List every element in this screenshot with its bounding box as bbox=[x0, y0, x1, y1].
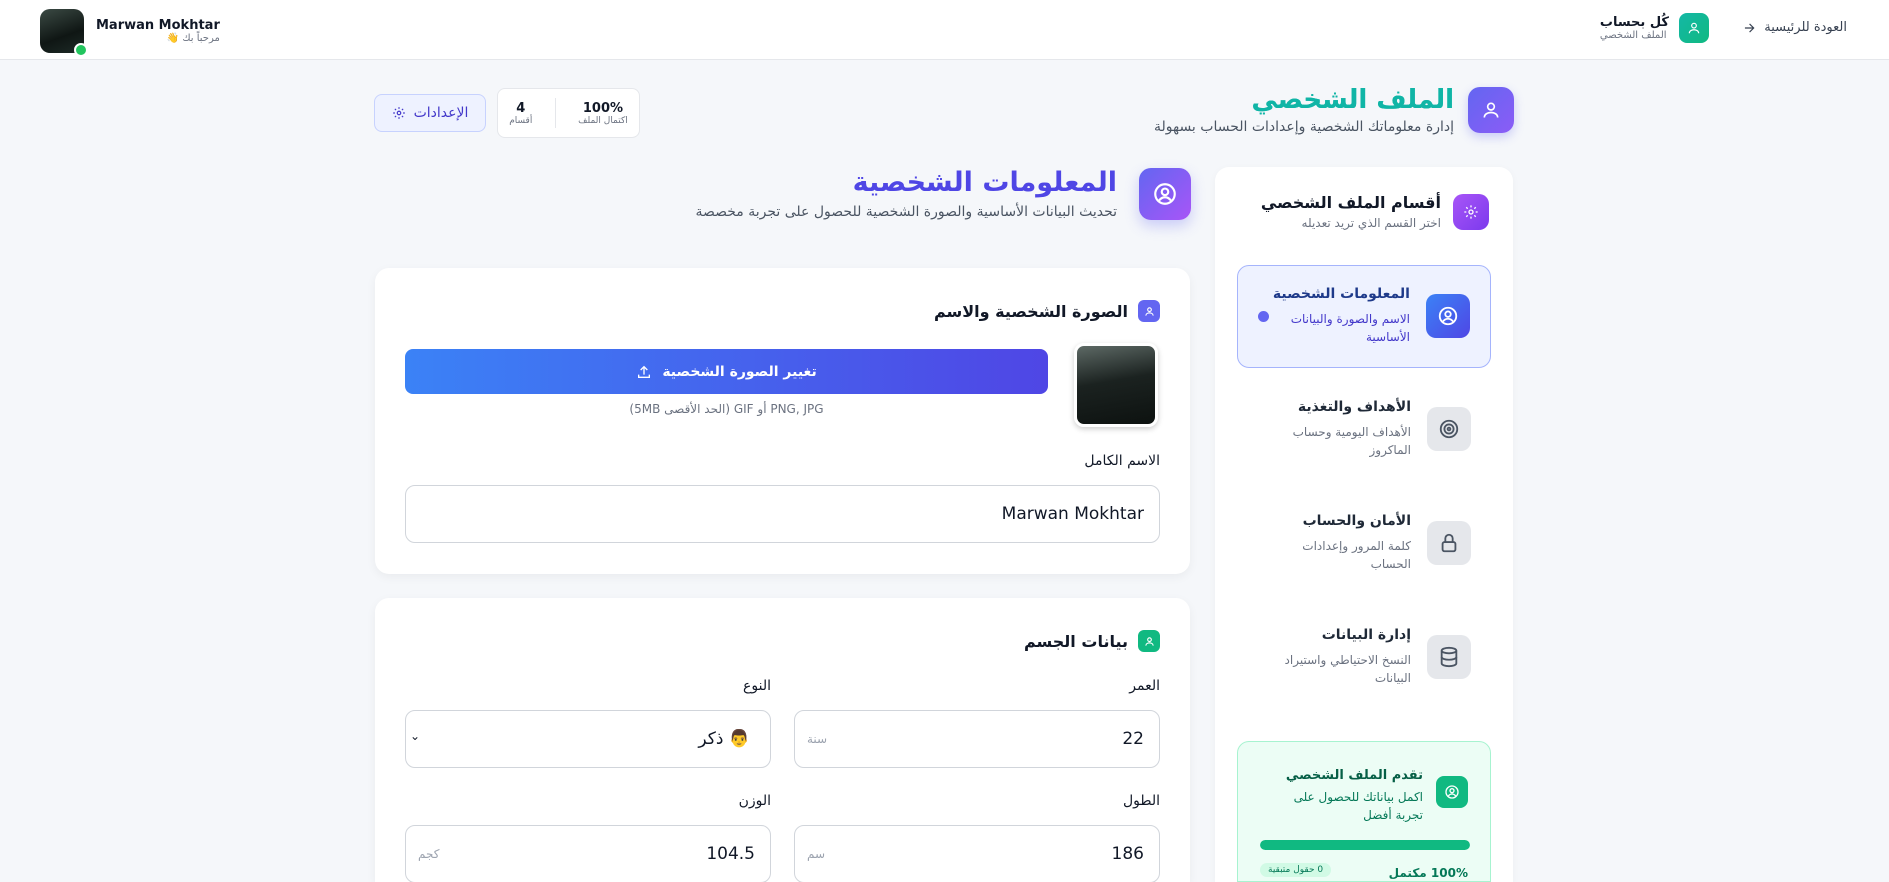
avatar[interactable] bbox=[40, 9, 88, 57]
user-circle-icon bbox=[1139, 167, 1191, 220]
section-header: المعلومات الشخصية تحديث البيانات الأساسي… bbox=[695, 167, 1191, 220]
settings-label: الإعدادات bbox=[413, 105, 469, 121]
user-icon bbox=[1138, 630, 1160, 652]
weight-field[interactable]: 104.5 كجم bbox=[405, 825, 771, 882]
profile-icon bbox=[1468, 87, 1514, 133]
sidebar-item-security[interactable]: الأمان والحساب كلمة المرور وإعدادات الحس… bbox=[1237, 493, 1491, 596]
completion-value: 100% bbox=[582, 100, 624, 116]
sidebar-item-title: الأهداف والتغذية bbox=[1297, 399, 1411, 415]
online-status-dot bbox=[74, 43, 88, 57]
sidebar-item-desc: النسخ الاحتياطي واستيراد البيانات bbox=[1284, 653, 1411, 685]
body-data-card: بيانات الجسم العمر 22 سنة النوع 👨 ذكر ⌄ … bbox=[375, 598, 1190, 882]
user-circle-icon bbox=[1426, 294, 1470, 338]
sections-count: 4 bbox=[516, 100, 526, 116]
age-unit: سنة bbox=[807, 732, 828, 746]
gear-icon bbox=[1453, 193, 1489, 230]
card-title: الصورة الشخصية والاسم bbox=[933, 301, 1128, 321]
sidebar-title: أقسام الملف الشخصي bbox=[1260, 193, 1441, 212]
user-circle-icon bbox=[1436, 776, 1468, 808]
sidebar-item-desc: الاسم والصورة والبيانات الأساسية bbox=[1290, 312, 1410, 344]
user-menu[interactable]: Marwan Mokhtar مرحباً بك 👋 bbox=[40, 9, 220, 57]
chevron-down-icon: ⌄ bbox=[410, 729, 421, 743]
database-icon bbox=[1427, 635, 1471, 679]
weight-value: 104.5 bbox=[706, 844, 755, 864]
profile-photo bbox=[1074, 343, 1158, 427]
sidebar-item-title: إدارة البيانات bbox=[1321, 627, 1411, 643]
photo-name-card: الصورة الشخصية والاسم تغيير الصورة الشخص… bbox=[375, 268, 1190, 574]
weight-label: الوزن bbox=[738, 793, 771, 809]
height-label: الطول bbox=[1122, 793, 1160, 809]
progress-desc: اكمل بياناتك للحصول على تجربة أفضل bbox=[1293, 790, 1423, 822]
sidebar-item-goals-nutrition[interactable]: الأهداف والتغذية الأهداف اليومية وحساب ا… bbox=[1237, 379, 1491, 482]
divider bbox=[554, 98, 556, 128]
page-title: الملف الشخصي bbox=[1154, 85, 1454, 115]
profile-sections-sidebar: أقسام الملف الشخصي اختر القسم الذي تريد … bbox=[1215, 167, 1513, 882]
section-title: المعلومات الشخصية bbox=[852, 167, 1117, 198]
lock-icon bbox=[1427, 521, 1471, 565]
gender-value: 👨 ذكر bbox=[698, 729, 750, 749]
remaining-fields-badge: 0 حقول متبقية bbox=[1260, 863, 1332, 877]
height-value: 186 bbox=[1111, 844, 1144, 864]
age-field[interactable]: 22 سنة bbox=[794, 710, 1160, 768]
age-label: العمر bbox=[1129, 678, 1160, 694]
active-indicator bbox=[1258, 311, 1269, 322]
change-photo-button[interactable]: تغيير الصورة الشخصية bbox=[405, 349, 1048, 394]
progress-title: تقدم الملف الشخصي bbox=[1285, 768, 1423, 783]
user-greeting: مرحباً بك 👋 bbox=[166, 33, 220, 44]
sidebar-item-data-management[interactable]: إدارة البيانات النسخ الاحتياطي واستيراد … bbox=[1237, 607, 1491, 710]
card-title: بيانات الجسم bbox=[1023, 631, 1128, 651]
sidebar-item-title: الأمان والحساب bbox=[1302, 513, 1411, 529]
arrow-right-icon bbox=[1745, 23, 1755, 32]
sections-label: أقسام bbox=[509, 115, 533, 126]
top-bar: العودة للرئيسية كُل بحساب الملف الشخصي M… bbox=[0, 0, 1889, 60]
gear-icon bbox=[392, 107, 405, 119]
settings-button[interactable]: الإعدادات bbox=[374, 94, 486, 132]
weight-unit: كجم bbox=[418, 847, 440, 861]
brand-title: كُل بحساب bbox=[1599, 15, 1669, 30]
section-subtitle: تحديث البيانات الأساسية والصورة الشخصية … bbox=[695, 204, 1117, 220]
progress-bar-fill bbox=[1260, 840, 1470, 850]
upload-icon bbox=[638, 365, 651, 378]
user-name: Marwan Mokhtar bbox=[96, 18, 220, 33]
sidebar-item-desc: كلمة المرور وإعدادات الحساب bbox=[1302, 539, 1411, 571]
brand[interactable]: كُل بحساب الملف الشخصي bbox=[1600, 13, 1709, 43]
sidebar-item-title: المعلومات الشخصية bbox=[1272, 286, 1410, 302]
age-value: 22 bbox=[1122, 729, 1144, 749]
back-home-link[interactable]: العودة للرئيسية bbox=[1742, 20, 1847, 35]
gender-select[interactable]: 👨 ذكر ⌄ bbox=[405, 710, 771, 768]
sidebar-item-personal-info[interactable]: المعلومات الشخصية الاسم والصورة والبيانا… bbox=[1237, 265, 1491, 368]
change-photo-label: تغيير الصورة الشخصية bbox=[662, 363, 817, 380]
user-icon bbox=[1679, 13, 1709, 43]
full-name-value: Marwan Mokhtar bbox=[1001, 504, 1144, 524]
full-name-label: الاسم الكامل bbox=[1084, 453, 1160, 469]
profile-stats: 4 أقسام 100% اكتمال الملف bbox=[497, 88, 640, 138]
page-subtitle: إدارة معلوماتك الشخصية وإعدادات الحساب ب… bbox=[1153, 119, 1454, 135]
progress-percent: 100% مكتمل bbox=[1388, 866, 1468, 880]
back-label: العودة للرئيسية bbox=[1764, 20, 1847, 35]
gender-label: النوع bbox=[743, 678, 771, 694]
progress-bar bbox=[1260, 840, 1470, 850]
upload-hint: PNG, JPG أو GIF (الحد الأقصى 5MB) bbox=[629, 402, 824, 416]
completion-label: اكتمال الملف bbox=[578, 115, 628, 126]
page-header: الملف الشخصي إدارة معلوماتك الشخصية وإعد… bbox=[1154, 85, 1514, 135]
profile-progress-card: تقدم الملف الشخصي اكمل بياناتك للحصول عل… bbox=[1237, 741, 1491, 882]
target-icon bbox=[1427, 407, 1471, 451]
user-icon bbox=[1138, 300, 1160, 322]
brand-subtitle: الملف الشخصي bbox=[1599, 30, 1667, 41]
sidebar-item-desc: الأهداف اليومية وحساب الماكروز bbox=[1292, 425, 1411, 457]
height-unit: سم bbox=[807, 847, 826, 861]
height-field[interactable]: 186 سم bbox=[794, 825, 1160, 882]
full-name-field[interactable]: Marwan Mokhtar bbox=[405, 485, 1160, 543]
sidebar-subtitle: اختر القسم الذي تريد تعديله bbox=[1301, 216, 1441, 230]
